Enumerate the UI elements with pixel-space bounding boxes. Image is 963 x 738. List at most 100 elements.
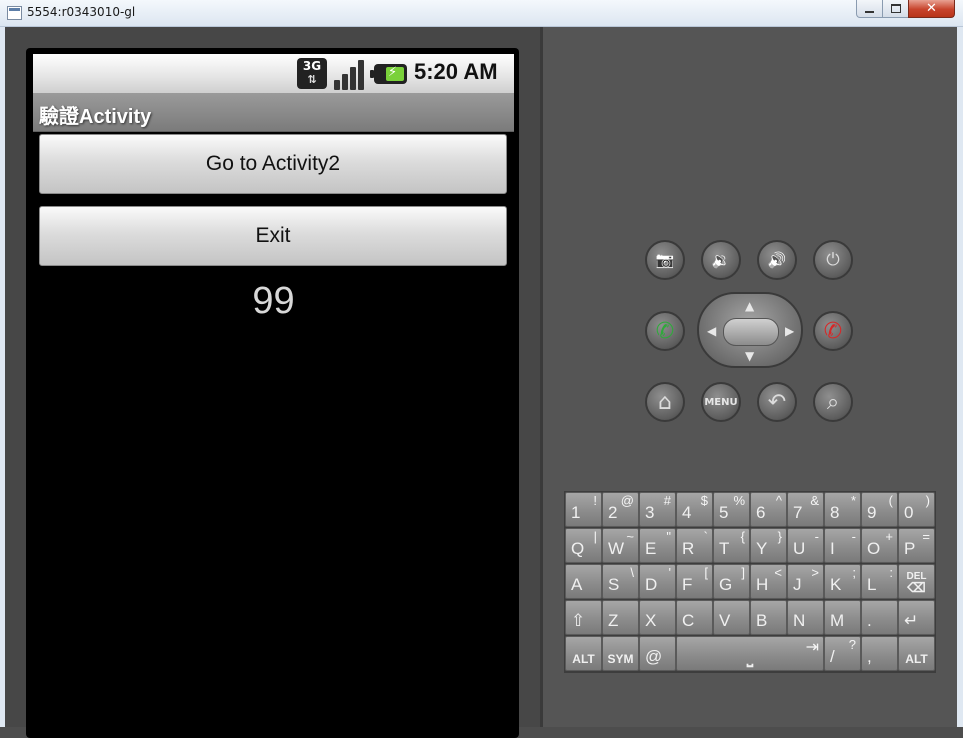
key-label: 7 bbox=[793, 503, 803, 522]
maximize-button[interactable] bbox=[882, 0, 909, 18]
key-s[interactable]: S \ bbox=[602, 564, 639, 599]
home-button[interactable]: ⌂ bbox=[645, 382, 685, 422]
dpad[interactable]: ▲ ▼ ◀ ▶ bbox=[697, 292, 803, 368]
key-t[interactable]: T{ bbox=[713, 528, 750, 563]
key-z[interactable]: Z bbox=[602, 600, 639, 635]
key-2[interactable]: 2 @ bbox=[602, 492, 639, 527]
key-g[interactable]: G] bbox=[713, 564, 750, 599]
key-comma[interactable]: , bbox=[861, 636, 898, 671]
key-label: E bbox=[645, 539, 657, 558]
key-i[interactable]: I- bbox=[824, 528, 861, 563]
key-o[interactable]: O + bbox=[861, 528, 898, 563]
key-label: ⎵ bbox=[746, 650, 754, 667]
dpad-down-icon[interactable]: ▼ bbox=[745, 350, 754, 362]
status-clock: 5:20 AM bbox=[414, 59, 498, 84]
key-l[interactable]: L: bbox=[861, 564, 898, 599]
key-d[interactable]: D ' bbox=[639, 564, 676, 599]
key-n[interactable]: N bbox=[787, 600, 824, 635]
key-alt-label: ⌫ bbox=[907, 580, 926, 595]
dpad-right-icon[interactable]: ▶ bbox=[785, 325, 794, 337]
end-call-button[interactable]: ✆ bbox=[813, 311, 853, 351]
close-button[interactable]: ✕ bbox=[908, 0, 955, 18]
key-label: S bbox=[608, 575, 620, 594]
key-f[interactable]: F[ bbox=[676, 564, 713, 599]
key-a[interactable]: A bbox=[565, 564, 602, 599]
key-shift[interactable]: ⇧ bbox=[565, 600, 602, 635]
key-1[interactable]: 1! bbox=[565, 492, 602, 527]
key-c[interactable]: C bbox=[676, 600, 713, 635]
menu-button[interactable]: MENU bbox=[701, 382, 741, 422]
power-icon: ⏻ bbox=[826, 250, 840, 270]
key-alt-label: * bbox=[850, 493, 856, 508]
key-9[interactable]: 9( bbox=[861, 492, 898, 527]
key-sym[interactable]: SYM bbox=[602, 636, 639, 671]
battery-charging-icon: ⚡ bbox=[370, 64, 407, 84]
key-5[interactable]: 5% bbox=[713, 492, 750, 527]
key-0[interactable]: 0) bbox=[898, 492, 935, 527]
key-alt-label: % bbox=[733, 493, 745, 508]
key-3[interactable]: 3 # bbox=[639, 492, 676, 527]
key-8[interactable]: 8 * bbox=[824, 492, 861, 527]
camera-button[interactable]: 📷 bbox=[645, 240, 685, 280]
key-p[interactable]: P = bbox=[898, 528, 935, 563]
go-to-activity2-button[interactable]: Go to Activity2 bbox=[39, 134, 507, 194]
key-alt-label: ^ bbox=[775, 493, 782, 508]
key-label: G bbox=[719, 575, 733, 594]
key-j[interactable]: J > bbox=[787, 564, 824, 599]
dpad-left-icon[interactable]: ◀ bbox=[707, 325, 716, 337]
key-alt-label: \ bbox=[630, 565, 634, 580]
key-r[interactable]: R ` bbox=[676, 528, 713, 563]
network-3g-icon: 3G ⇅ bbox=[297, 58, 327, 89]
key-label: D bbox=[645, 575, 658, 594]
call-button[interactable]: ✆ bbox=[645, 311, 685, 351]
key-v[interactable]: V bbox=[713, 600, 750, 635]
key-alt-label: [ bbox=[704, 565, 708, 580]
search-button[interactable]: ⌕ bbox=[813, 382, 853, 422]
key-6[interactable]: 6 ^ bbox=[750, 492, 787, 527]
key-h[interactable]: H < bbox=[750, 564, 787, 599]
volume-down-button[interactable]: 🔉 bbox=[701, 240, 741, 280]
key-alt-right[interactable]: ALT bbox=[898, 636, 935, 671]
key-u[interactable]: U- bbox=[787, 528, 824, 563]
hardware-keyboard: 1! 2 @3 #4 $5% 6 ^ 7 & 8 * 9(0) Q | W ~ E " R ` T{Y} U - I - O + P =… bbox=[564, 491, 936, 673]
key-w[interactable]: W ~ bbox=[602, 528, 639, 563]
dpad-center-button[interactable] bbox=[723, 318, 779, 346]
key-label: 1 bbox=[571, 503, 581, 522]
window-title: 5554:r0343010-gl bbox=[27, 5, 136, 19]
key-at[interactable]: @ bbox=[639, 636, 676, 671]
key-space[interactable]: ⎵ ⇥ bbox=[676, 636, 824, 671]
volume-down-icon: 🔉 bbox=[711, 251, 731, 269]
minimize-button[interactable] bbox=[856, 0, 883, 18]
key-label: P bbox=[904, 539, 916, 558]
key-m[interactable]: M bbox=[824, 600, 861, 635]
power-button[interactable]: ⏻ bbox=[813, 240, 853, 280]
dpad-up-icon[interactable]: ▲ bbox=[745, 300, 754, 312]
key-k[interactable]: K; bbox=[824, 564, 861, 599]
key-e[interactable]: E " bbox=[639, 528, 676, 563]
key-label: Z bbox=[608, 611, 619, 630]
key-alt-label: ; bbox=[852, 565, 856, 580]
key-.[interactable]: . bbox=[861, 600, 898, 635]
key-y[interactable]: Y} bbox=[750, 528, 787, 563]
key-alt-label: & bbox=[810, 493, 819, 508]
key-enter[interactable]: ↵ bbox=[898, 600, 935, 635]
key-q[interactable]: Q | bbox=[565, 528, 602, 563]
key-slash[interactable]: /? bbox=[824, 636, 861, 671]
key-del[interactable]: DEL ⌫ bbox=[898, 564, 935, 599]
key-label: 8 bbox=[830, 503, 840, 522]
key-alt-label: ) bbox=[925, 493, 930, 508]
key-alt-label: @ bbox=[620, 493, 634, 508]
key-4[interactable]: 4 $ bbox=[676, 492, 713, 527]
key-b[interactable]: B bbox=[750, 600, 787, 635]
key-alt-label: # bbox=[663, 493, 671, 508]
key-alt-left[interactable]: ALT bbox=[565, 636, 602, 671]
key-label: ⇧ bbox=[571, 611, 586, 630]
key-7[interactable]: 7 & bbox=[787, 492, 824, 527]
key-label: . bbox=[867, 611, 872, 630]
back-button[interactable]: ↶ bbox=[757, 382, 797, 422]
counter-value: 99 bbox=[252, 280, 295, 322]
back-icon: ↶ bbox=[767, 389, 787, 415]
key-x[interactable]: X bbox=[639, 600, 676, 635]
exit-button[interactable]: Exit bbox=[39, 206, 507, 266]
volume-up-button[interactable]: 🔊 bbox=[757, 240, 797, 280]
